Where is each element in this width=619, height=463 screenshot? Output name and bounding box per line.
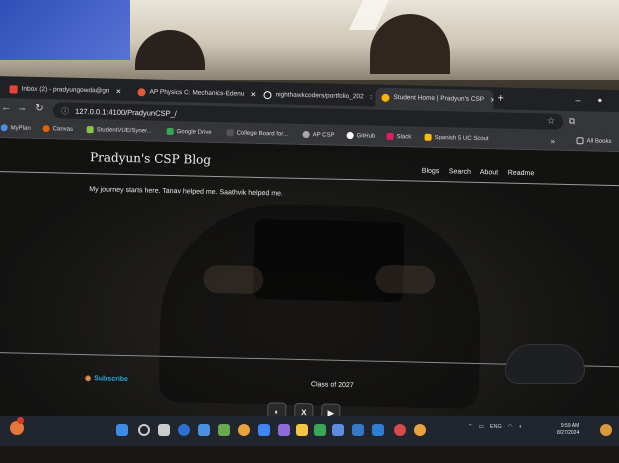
tab-label: Inbox (2) - pradyungowda@gn <box>21 85 110 95</box>
battery-icon: ▭ <box>478 424 484 430</box>
nav-readme[interactable]: Readme <box>508 170 535 178</box>
clock[interactable]: 9:59 AM 8/27/2024 <box>557 423 579 437</box>
google-drive-icon <box>166 127 174 136</box>
subscribe-link[interactable]: ◉ Subscribe <box>85 374 128 383</box>
chevron-up-icon[interactable]: ⌃ <box>468 424 473 430</box>
system-tray[interactable]: ⌃ ▭ ENG ◠ ◖ <box>468 424 522 430</box>
intro-text: My journey starts here. Tanav helped me.… <box>89 186 283 198</box>
ap-csp-icon <box>302 130 310 139</box>
folder-icon[interactable] <box>296 424 308 436</box>
class-of-text: Class of 2027 <box>310 381 354 390</box>
site-icon <box>381 93 390 102</box>
app-icon[interactable] <box>198 424 210 436</box>
studentvue-icon <box>86 126 94 134</box>
search-icon[interactable] <box>138 424 150 436</box>
app-icon[interactable] <box>394 424 406 436</box>
slack-icon <box>386 132 394 141</box>
site-title[interactable]: Pradyun's CSP Blog <box>90 150 211 167</box>
bookmark-slack[interactable]: Slack <box>386 132 412 141</box>
chrome-icon[interactable] <box>238 424 250 436</box>
close-tab-icon[interactable]: ✕ <box>370 93 372 101</box>
reload-icon[interactable]: ↻ <box>35 103 44 114</box>
reflection <box>202 264 264 295</box>
photo-of-screen: Inbox (2) - pradyungowda@gn ✕ AP Physics… <box>0 0 619 463</box>
folder-icon <box>424 133 432 141</box>
bookmark-google-drive[interactable]: Google Drive <box>166 127 212 136</box>
tab-label: nighthawkcoders/portfolio_202 <box>275 91 364 101</box>
blue-wall-panel <box>0 0 130 60</box>
desk-edge <box>0 446 619 463</box>
app-icon[interactable] <box>258 424 270 436</box>
back-arrow-icon[interactable]: ← <box>1 102 11 113</box>
computer-mouse <box>505 344 585 384</box>
wifi-icon: ◠ <box>507 424 513 430</box>
github-icon <box>346 131 354 140</box>
task-view-icon[interactable] <box>158 424 170 436</box>
bookmark-star-icon[interactable]: ☆ <box>547 116 555 127</box>
monitor-screen: Inbox (2) - pradyungowda@gn ✕ AP Physics… <box>0 70 619 445</box>
app-icon[interactable] <box>278 424 290 436</box>
minimize-button[interactable]: – <box>575 95 580 105</box>
chrome-icon[interactable] <box>414 424 426 436</box>
notification-badge <box>17 417 24 424</box>
web-page: Pradyun's CSP Blog Blogs Search About Re… <box>0 137 619 445</box>
windows-taskbar: ⌃ ▭ ENG ◠ ◖ 9:59 AM 8/27/2024 <box>0 416 619 446</box>
myplan-icon <box>0 124 8 132</box>
window-control-button[interactable]: ● <box>597 96 602 105</box>
volume-icon: ◖ <box>518 424 522 430</box>
app-icon[interactable] <box>352 424 364 436</box>
tab-github[interactable]: nighthawkcoders/portfolio_202 ✕ <box>257 85 372 107</box>
more-bookmarks-button[interactable]: » <box>550 137 555 146</box>
app-icon[interactable] <box>332 424 344 436</box>
rss-icon: ◉ <box>84 375 92 383</box>
nav-about[interactable]: About <box>480 169 498 176</box>
canvas-icon <box>42 125 50 133</box>
bookmark-spanish[interactable]: Spanish 5 UC Scout <box>424 133 489 142</box>
time-text: 9:59 AM <box>560 423 580 429</box>
date-text: 8/27/2024 <box>557 430 580 436</box>
app-icon[interactable] <box>218 424 230 436</box>
course-icon <box>137 87 146 96</box>
subscribe-label: Subscribe <box>94 374 129 383</box>
copilot-icon[interactable] <box>600 424 612 436</box>
start-icon[interactable] <box>116 424 128 436</box>
forward-arrow-icon[interactable]: → <box>17 102 27 113</box>
college-board-icon <box>226 129 234 137</box>
url-text[interactable]: 127.0.0.1:4100/PradyunCSP_/ <box>75 106 177 117</box>
new-tab-button[interactable]: + <box>497 92 504 104</box>
bookmark-studentvue[interactable]: StudentVUE/Syner... <box>86 126 152 134</box>
tab-label: AP Physics C: Mechanics-Edenu <box>149 88 245 98</box>
folder-icon <box>576 137 584 145</box>
all-bookmarks-button[interactable]: All Books <box>576 137 612 145</box>
edge-icon[interactable] <box>178 424 190 436</box>
bookmark-college-board[interactable]: College Board for... <box>226 129 289 137</box>
bookmark-myplan[interactable]: MyPlan <box>0 124 31 132</box>
vscode-icon[interactable] <box>372 424 384 436</box>
minecraft-icon[interactable] <box>314 424 326 436</box>
bookmark-ap-csp[interactable]: AP CSP <box>302 130 335 139</box>
close-tab-icon[interactable]: ✕ <box>250 90 255 98</box>
github-icon <box>263 90 272 99</box>
nav-blogs[interactable]: Blogs <box>422 168 440 175</box>
bookmark-canvas[interactable]: Canvas <box>42 125 73 133</box>
language-indicator[interactable]: ENG <box>490 424 502 430</box>
site-info-icon[interactable]: ⓘ <box>61 105 69 116</box>
reflection <box>375 264 436 295</box>
nav-search[interactable]: Search <box>449 168 471 176</box>
gmail-icon <box>9 84 18 93</box>
bookmark-github[interactable]: GitHub <box>346 131 376 140</box>
tab-label: Student Home | Pradyun's CSP <box>393 94 485 104</box>
close-tab-icon[interactable]: ✕ <box>490 96 494 104</box>
close-tab-icon[interactable]: ✕ <box>115 87 121 95</box>
extensions-icon[interactable]: ⧉ <box>569 116 576 127</box>
